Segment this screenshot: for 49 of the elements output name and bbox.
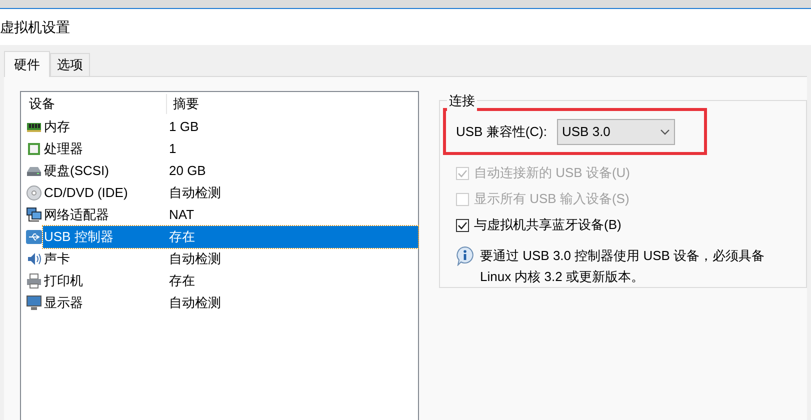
window-title: 虚拟机设置: [0, 18, 70, 36]
compat-dropdown[interactable]: USB 3.0: [557, 118, 675, 144]
device-name: 网络适配器: [43, 206, 110, 224]
device-row[interactable]: CD/DVD (IDE) 自动检测: [43, 182, 418, 204]
checkbox[interactable]: [456, 218, 469, 232]
device-name: 硬盘(SCSI): [43, 162, 110, 180]
device-row[interactable]: 硬盘(SCSI) 20 GB: [43, 160, 418, 182]
device-name: 显示器: [43, 294, 84, 312]
cdrom-icon: [25, 185, 43, 201]
device-row[interactable]: 内存 1 GB: [43, 116, 418, 138]
device-summary: NAT: [169, 206, 194, 224]
tab[interactable]: 选项: [50, 53, 90, 76]
device-summary: 存在: [169, 228, 195, 246]
device-summary: 自动检测: [169, 184, 221, 202]
device-row[interactable]: 打印机 存在: [43, 270, 418, 292]
column-header: 设备: [21, 94, 167, 114]
column-header: 摘要: [172, 95, 199, 114]
checkbox-label: 显示所有 USB 输入设备(S): [474, 190, 630, 208]
device-row[interactable]: 网络适配器 NAT: [43, 204, 418, 226]
device-summary: 存在: [169, 272, 195, 290]
device-name: 内存: [43, 118, 71, 136]
display-icon: [25, 295, 43, 311]
compat-label: USB 兼容性(C):: [456, 122, 547, 141]
device-name: 打印机: [43, 272, 84, 290]
cpu-icon: [25, 141, 43, 157]
checkbox-label: 自动连接新的 USB 设备(U): [474, 164, 630, 182]
device-summary: 1 GB: [169, 118, 199, 136]
device-name: CD/DVD (IDE): [43, 184, 129, 202]
sound-icon: [25, 251, 43, 267]
group-legend: 连接: [447, 91, 477, 110]
device-summary: 1: [169, 140, 176, 158]
device-name: USB 控制器: [43, 228, 114, 246]
device-row[interactable]: 显示器 自动检测: [43, 292, 418, 314]
device-row[interactable]: USB 控制器 存在: [43, 226, 418, 248]
device-row[interactable]: 声卡 自动检测: [43, 248, 418, 270]
printer-icon: [25, 273, 43, 289]
network-icon: [25, 207, 43, 223]
chevron-icon: [660, 128, 670, 134]
device-summary: 自动检测: [169, 294, 221, 312]
device-name: 声卡: [43, 250, 71, 268]
device-name: 处理器: [43, 140, 84, 158]
info-icon: [456, 246, 474, 266]
info-text: 要通过 USB 3.0 控制器使用 USB 设备，必须具备 Linux 内核 3.2 或更新版本。: [480, 247, 766, 286]
checkbox-label: 与虚拟机共享蓝牙设备(B): [474, 216, 622, 234]
device-summary: 20 GB: [169, 162, 206, 180]
device-summary: 自动检测: [169, 250, 221, 268]
tab[interactable]: 硬件: [4, 51, 50, 77]
usb-icon: [25, 229, 43, 245]
device-row[interactable]: 处理器 1: [43, 138, 418, 160]
